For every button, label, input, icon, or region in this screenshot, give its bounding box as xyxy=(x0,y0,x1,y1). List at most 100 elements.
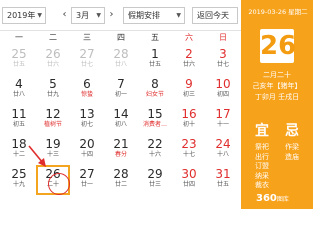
weekday-label: 五 xyxy=(151,33,159,42)
lunar-label: 十四 xyxy=(80,151,93,158)
day-cell[interactable]: 7 初一 xyxy=(104,75,138,105)
day-cell[interactable]: 20 十四 xyxy=(70,135,104,165)
day-number: 17 xyxy=(215,107,231,121)
day-cell[interactable]: 3 廿七 xyxy=(206,45,240,75)
day-cell[interactable]: 22 十六 xyxy=(138,135,172,165)
back-to-today-button[interactable]: 返回今天 xyxy=(192,7,238,24)
day-cell[interactable]: 10 初四 xyxy=(206,75,240,105)
year-select[interactable]: 2019年 ▼ xyxy=(2,7,46,24)
day-cell[interactable]: 8 妇女节 xyxy=(138,75,172,105)
lunar-label: 植树节 xyxy=(43,121,62,128)
day-cell[interactable]: 17 十一 xyxy=(206,105,240,135)
day-cell[interactable]: 31 廿五 xyxy=(206,165,240,195)
lunar-label: 初四 xyxy=(216,91,229,98)
lunar-label: 惊蛰 xyxy=(80,91,93,98)
day-number: 8 xyxy=(151,77,159,91)
avoid-heading: 忌 xyxy=(285,123,299,139)
suitable-item: 祭祀 xyxy=(255,143,269,151)
day-number: 9 xyxy=(185,77,193,91)
day-number: 27 xyxy=(79,167,95,181)
selected-date-line: 2019-03-26 星期二 xyxy=(248,8,308,16)
lunar-label: 初三 xyxy=(182,91,195,98)
day-cell[interactable]: 26 廿六 xyxy=(36,45,70,75)
holiday-schedule-select[interactable]: 假期安排 ▼ xyxy=(123,7,185,24)
day-number: 7 xyxy=(117,77,125,91)
lunar-label: 十一 xyxy=(216,121,229,128)
day-number: 11 xyxy=(11,107,27,121)
day-cell[interactable]: 16 初十 xyxy=(172,105,206,135)
ganzhi-month-day: 丁卯月 壬戌日 xyxy=(254,93,300,101)
day-number: 29 xyxy=(147,167,163,181)
day-number: 25 xyxy=(11,47,27,61)
lunar-label: 妇女节 xyxy=(145,91,164,98)
day-cell[interactable]: 29 廿三 xyxy=(138,165,172,195)
day-cell[interactable]: 21 春分 xyxy=(104,135,138,165)
next-month-button[interactable]: › xyxy=(107,7,116,24)
suitable-item: 裁衣 xyxy=(255,181,269,189)
day-number: 3 xyxy=(219,47,227,61)
lunar-label: 春分 xyxy=(114,151,127,158)
day-cell[interactable]: 28 廿二 xyxy=(104,165,138,195)
day-number: 5 xyxy=(49,77,57,91)
lunar-label: 廿五 xyxy=(216,181,229,188)
day-cell[interactable]: 28 廿八 xyxy=(104,45,138,75)
suitable-item: 出行 xyxy=(255,152,269,161)
weekday-header: 一 二 三 四 五 六 日 xyxy=(0,30,241,44)
day-number: 4 xyxy=(15,77,23,91)
logo: 360图库 xyxy=(256,193,289,204)
avoid-item: 造庙 xyxy=(285,152,299,161)
lunar-label: 消费者… xyxy=(142,121,167,128)
lunar-label: 十九 xyxy=(12,181,25,188)
lunar-label: 十七 xyxy=(182,151,195,158)
day-number: 6 xyxy=(83,77,91,91)
lunar-date: 二月二十 xyxy=(263,71,291,79)
day-cell[interactable]: 27 廿一 xyxy=(70,165,104,195)
day-cell[interactable]: 27 廿七 xyxy=(70,45,104,75)
day-number: 22 xyxy=(147,137,163,151)
lunar-label: 初七 xyxy=(80,121,93,128)
day-number: 21 xyxy=(113,137,129,151)
day-cell[interactable]: 25 廿五 xyxy=(2,45,36,75)
day-cell[interactable]: 2 廿六 xyxy=(172,45,206,75)
day-cell[interactable]: 5 廿九 xyxy=(36,75,70,105)
ganzhi-year: 己亥年【猪年】 xyxy=(252,82,302,90)
avoid-item: 作梁 xyxy=(285,143,299,151)
red-arrow-icon xyxy=(28,145,46,167)
weekday-label: 六 xyxy=(185,33,193,42)
prev-month-button[interactable]: ‹ xyxy=(60,7,69,24)
day-number: 12 xyxy=(45,107,61,121)
day-number: 16 xyxy=(181,107,197,121)
day-cell[interactable]: 14 初八 xyxy=(104,105,138,135)
day-cell[interactable]: 11 初五 xyxy=(2,105,36,135)
day-number: 10 xyxy=(215,77,231,91)
day-number: 30 xyxy=(181,167,197,181)
lunar-label: 廿七 xyxy=(216,61,229,68)
day-cell[interactable]: 1 廿五 xyxy=(138,45,172,75)
lunar-label: 廿八 xyxy=(12,91,25,98)
lunar-label: 初五 xyxy=(12,121,25,128)
day-cell[interactable]: 12 植树节 xyxy=(36,105,70,135)
lunar-label: 廿四 xyxy=(182,181,195,188)
day-number: 28 xyxy=(113,47,129,61)
lunar-label: 廿三 xyxy=(148,181,161,188)
today-circle-marker xyxy=(48,173,70,195)
day-cell[interactable]: 13 初七 xyxy=(70,105,104,135)
weekday-label: 一 xyxy=(15,33,23,42)
day-number: 28 xyxy=(113,167,129,181)
day-number: 27 xyxy=(79,47,95,61)
day-cell[interactable]: 6 惊蛰 xyxy=(70,75,104,105)
day-cell[interactable]: 23 十七 xyxy=(172,135,206,165)
day-number: 14 xyxy=(113,107,129,121)
month-select[interactable]: 3月 ▼ xyxy=(71,7,105,24)
day-cell[interactable]: 4 廿八 xyxy=(2,75,36,105)
day-cell[interactable]: 9 初三 xyxy=(172,75,206,105)
lunar-label: 廿五 xyxy=(12,61,25,68)
day-cell[interactable]: 30 廿四 xyxy=(172,165,206,195)
lunar-label: 廿八 xyxy=(114,61,127,68)
weekday-label: 四 xyxy=(117,33,125,42)
day-cell[interactable]: 24 十八 xyxy=(206,135,240,165)
lunar-label: 廿七 xyxy=(80,61,93,68)
day-number: 15 xyxy=(147,107,163,121)
watermark-text: 图库 xyxy=(276,196,289,203)
day-cell[interactable]: 15 消费者… xyxy=(138,105,172,135)
